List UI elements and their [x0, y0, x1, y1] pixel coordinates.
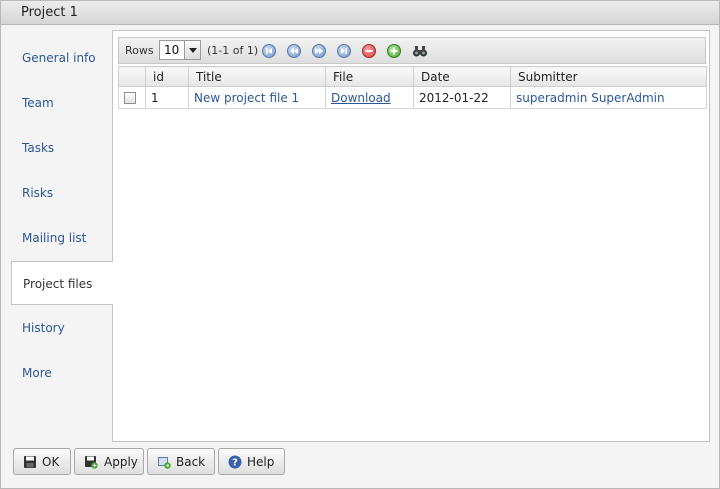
tab-more[interactable]: More: [11, 351, 113, 395]
svg-text:?: ?: [232, 458, 238, 469]
column-header-date[interactable]: Date: [413, 66, 511, 87]
grid-toolbar: Rows 10 (1-1 of 1): [118, 37, 706, 64]
dialog-footer: OK Apply Back ? Help: [1, 442, 719, 488]
last-page-icon[interactable]: [337, 44, 351, 58]
row-file-cell: Download: [325, 86, 414, 109]
next-page-icon[interactable]: [312, 44, 326, 58]
window-titlebar: Project 1: [1, 1, 719, 25]
tab-project-files[interactable]: Project files: [11, 261, 113, 305]
apply-save-icon: [84, 455, 98, 469]
tab-team[interactable]: Team: [11, 81, 113, 125]
rows-per-page-value: 10: [164, 43, 180, 57]
rows-per-page-select[interactable]: 10: [159, 40, 201, 60]
search-icon[interactable]: [412, 44, 427, 58]
row-id: 1: [145, 86, 189, 109]
project-files-table: id Title File Date Submitter 1 New proje…: [118, 66, 707, 109]
help-button[interactable]: ? Help: [218, 448, 285, 475]
row-submitter-cell: superadmin SuperAdmin: [510, 86, 707, 109]
rows-label: Rows: [125, 44, 154, 57]
tab-history[interactable]: History: [11, 306, 113, 350]
apply-button-label: Apply: [104, 455, 138, 469]
row-submitter-link[interactable]: superadmin SuperAdmin: [516, 91, 665, 105]
table-row[interactable]: 1 New project file 1 Download 2012-01-22…: [118, 86, 707, 109]
row-checkbox[interactable]: [124, 92, 136, 104]
download-link[interactable]: Download: [331, 91, 391, 105]
add-icon[interactable]: [387, 44, 401, 58]
tab-content-panel: Rows 10 (1-1 of 1) id Title File Date Su…: [112, 30, 710, 442]
prev-page-icon[interactable]: [287, 44, 301, 58]
delete-icon[interactable]: [362, 44, 376, 58]
back-button[interactable]: Back: [147, 448, 215, 475]
tab-risks[interactable]: Risks: [11, 171, 113, 215]
help-button-label: Help: [247, 455, 275, 469]
vertical-tab-list: General info Team Tasks Risks Mailing li…: [1, 25, 113, 442]
back-button-label: Back: [176, 455, 206, 469]
help-icon: ?: [228, 455, 242, 469]
row-title-link[interactable]: New project file 1: [194, 91, 299, 105]
apply-button[interactable]: Apply: [74, 448, 144, 475]
table-header-row: id Title File Date Submitter: [118, 66, 707, 87]
window-title: Project 1: [21, 5, 78, 20]
pager-info: (1-1 of 1): [207, 44, 259, 57]
row-select-cell: [118, 86, 146, 109]
tab-general-info[interactable]: General info: [11, 36, 113, 80]
column-header-id[interactable]: id: [145, 66, 189, 87]
tab-mailing-list[interactable]: Mailing list: [11, 216, 113, 260]
ok-button[interactable]: OK: [13, 448, 71, 475]
column-header-file[interactable]: File: [325, 66, 414, 87]
ok-button-label: OK: [42, 455, 60, 469]
column-header-title[interactable]: Title: [188, 66, 326, 87]
tab-tasks[interactable]: Tasks: [11, 126, 113, 170]
column-header-select: [118, 66, 146, 87]
project-window: Project 1 General info Team Tasks Risks …: [0, 0, 720, 489]
first-page-icon[interactable]: [262, 44, 276, 58]
back-icon: [157, 455, 171, 469]
row-title-cell: New project file 1: [188, 86, 326, 109]
row-date: 2012-01-22: [413, 86, 511, 109]
chevron-down-icon[interactable]: [184, 41, 200, 59]
column-header-submitter[interactable]: Submitter: [510, 66, 707, 87]
save-icon: [23, 455, 37, 469]
